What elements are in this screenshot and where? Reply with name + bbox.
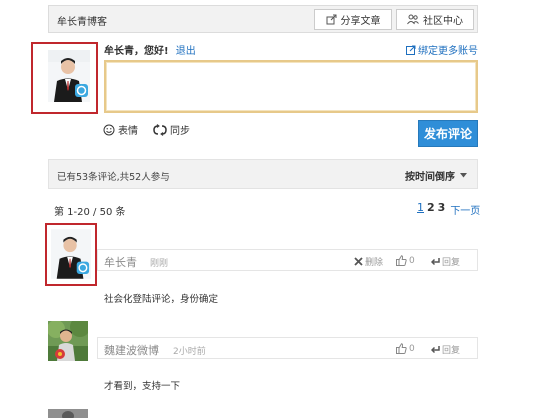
comment-text: 社会化登陆评论，身份确定 (104, 294, 219, 305)
comment-text: 才看到，支持一下 (104, 381, 181, 392)
comment-summary-bar: 已有53条评论,共52人参与 按时间倒序 (48, 159, 478, 189)
publish-comment-button[interactable]: 发布评论 (418, 120, 478, 147)
reply-label: 回复 (442, 346, 461, 356)
close-icon (354, 257, 363, 266)
caret-down-icon (460, 173, 467, 178)
sync-button[interactable]: 同步 (153, 122, 190, 137)
greeting-line: 牟长青，您好! 退出 (104, 42, 196, 57)
share-icon (326, 14, 336, 25)
page-range: 第 1-20 / 50 条 (54, 207, 126, 218)
like-button[interactable]: 0 (396, 343, 415, 354)
avatar-image (62, 411, 74, 418)
community-center-button[interactable]: 社区中心 (396, 9, 474, 30)
sort-label: 按时间倒序 (405, 172, 455, 183)
bind-accounts-label: 绑定更多账号 (418, 46, 478, 57)
header-bar: 牟长青博客 分享文章 社区中心 (48, 5, 478, 33)
like-count: 0 (409, 255, 415, 266)
community-center-label: 社区中心 (423, 16, 463, 27)
thumbs-up-icon (396, 343, 407, 354)
comment-time: 2小时前 (173, 347, 206, 357)
logout-link[interactable]: 退出 (176, 46, 196, 57)
comment-author[interactable]: 牟长青 (104, 254, 137, 270)
pagination: 1 2 3 下一页 (417, 201, 480, 217)
avatar-image (48, 50, 90, 102)
reply-button[interactable]: 回复 (431, 343, 460, 356)
avatar-image (48, 321, 88, 361)
share-article-button[interactable]: 分享文章 (314, 9, 392, 30)
thumbs-up-icon (396, 255, 407, 266)
comment-avatar[interactable] (51, 229, 91, 279)
comment-avatar[interactable] (48, 409, 88, 418)
page-link-2[interactable]: 2 (427, 201, 435, 217)
avatar-image (51, 229, 91, 279)
comment-stats: 已有53条评论,共52人参与 (57, 172, 170, 183)
next-page-link[interactable]: 下一页 (450, 202, 480, 217)
reply-arrow-icon (431, 346, 440, 354)
sync-icon (153, 123, 167, 136)
comment-meta-bar: 牟长青 刚刚 删除 0 回复 (97, 249, 478, 271)
comment-time: 刚刚 (150, 259, 169, 269)
page-link-3[interactable]: 3 (438, 201, 446, 217)
reply-arrow-icon (431, 258, 440, 266)
greeting-text: 牟长青，您好! (104, 46, 169, 57)
sort-dropdown[interactable]: 按时间倒序 (405, 168, 467, 183)
reply-label: 回复 (442, 258, 461, 268)
reply-button[interactable]: 回复 (431, 255, 460, 268)
delete-button[interactable]: 删除 (354, 255, 383, 268)
comment-textarea[interactable] (104, 60, 478, 113)
comment-meta-bar: 魏建波微博 2小时前 0 回复 (97, 337, 478, 359)
comment-author[interactable]: 魏建波微博 (104, 342, 159, 358)
bind-accounts-link[interactable]: 绑定更多账号 (406, 42, 478, 57)
share-article-label: 分享文章 (340, 16, 381, 27)
comment-avatar[interactable] (48, 321, 88, 361)
emoji-label: 表情 (118, 126, 138, 137)
like-button[interactable]: 0 (396, 255, 415, 266)
emoji-button[interactable]: 表情 (103, 122, 138, 137)
community-icon (407, 14, 419, 25)
smiley-icon (103, 124, 115, 135)
current-user-avatar[interactable] (48, 50, 90, 102)
delete-label: 删除 (365, 258, 384, 268)
page-link-1[interactable]: 1 (417, 201, 424, 217)
like-count: 0 (409, 343, 415, 354)
external-link-icon (406, 45, 416, 55)
sync-label: 同步 (170, 126, 190, 137)
blog-name[interactable]: 牟长青博客 (57, 13, 107, 28)
